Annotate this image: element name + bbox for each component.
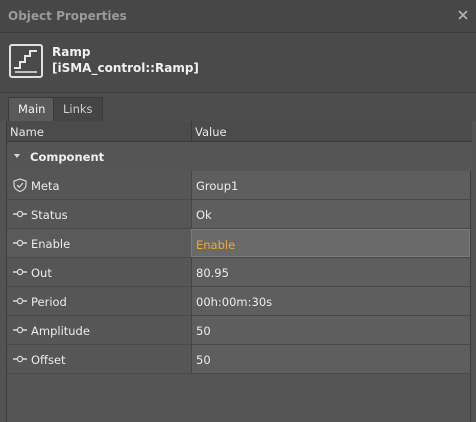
group-label: Component xyxy=(30,150,105,164)
column-value-header[interactable]: Value xyxy=(195,125,227,139)
property-name-cell: Meta xyxy=(7,171,191,199)
property-name: Amplitude xyxy=(31,324,90,338)
property-name-cell: Amplitude xyxy=(7,316,191,344)
property-name-cell: Period xyxy=(7,287,191,315)
ramp-icon xyxy=(9,44,43,78)
property-value: 00h:00m:30s xyxy=(196,295,273,309)
object-type: [iSMA_control::Ramp] xyxy=(52,61,199,75)
slot-icon xyxy=(13,239,27,247)
property-value: 50 xyxy=(196,353,211,367)
property-value-cell[interactable]: Enable xyxy=(191,229,470,257)
group-component[interactable]: Component xyxy=(7,142,472,171)
slot-icon xyxy=(13,210,27,218)
column-name-header[interactable]: Name xyxy=(10,125,44,139)
property-row-period[interactable]: Period 00h:00m:30s xyxy=(7,287,472,316)
close-icon[interactable] xyxy=(457,9,469,21)
property-value: 80.95 xyxy=(196,266,229,280)
column-header: Name Value xyxy=(7,121,472,142)
property-value-cell[interactable]: 50 xyxy=(191,345,470,373)
property-row-amplitude[interactable]: Amplitude 50 xyxy=(7,316,472,345)
column-separator[interactable] xyxy=(191,121,192,142)
panel-titlebar: Object Properties xyxy=(0,0,476,33)
property-name: Enable xyxy=(31,237,71,251)
property-value-cell[interactable]: 50 xyxy=(191,316,470,344)
property-value: Group1 xyxy=(196,179,239,193)
slot-icon xyxy=(13,268,27,276)
property-name: Period xyxy=(31,295,67,309)
slot-icon xyxy=(13,297,27,305)
shield-icon xyxy=(13,178,27,192)
property-value-enable[interactable]: Enable xyxy=(196,238,235,252)
property-row-enable[interactable]: Enable Enable xyxy=(7,229,472,258)
slot-icon xyxy=(13,355,27,363)
slot-icon xyxy=(13,326,27,334)
property-row-meta[interactable]: Meta Group1 xyxy=(7,171,472,200)
property-value-cell[interactable]: 00h:00m:30s xyxy=(191,287,470,315)
tab-links[interactable]: Links xyxy=(53,97,103,121)
property-row-out[interactable]: Out 80.95 xyxy=(7,258,472,287)
property-name-cell: Out xyxy=(7,258,191,286)
property-name: Status xyxy=(31,208,68,222)
tab-strip: Main Links xyxy=(0,93,476,121)
property-name-cell: Status xyxy=(7,200,191,228)
property-grid: Name Value Component Meta Group1 Status xyxy=(6,121,472,422)
tab-main[interactable]: Main xyxy=(8,97,56,121)
property-value-cell[interactable]: Ok xyxy=(191,200,470,228)
property-name-cell: Offset xyxy=(7,345,191,373)
property-name-cell: Enable xyxy=(7,229,191,257)
property-row-status[interactable]: Status Ok xyxy=(7,200,472,229)
collapse-arrow-icon[interactable] xyxy=(14,154,20,158)
panel-title: Object Properties xyxy=(8,9,127,23)
property-value: Ok xyxy=(196,208,212,222)
property-row-offset[interactable]: Offset 50 xyxy=(7,345,472,374)
property-name: Meta xyxy=(31,179,60,193)
property-value-cell[interactable]: 80.95 xyxy=(191,258,470,286)
property-value: 50 xyxy=(196,324,211,338)
property-name: Out xyxy=(31,266,52,280)
object-name: Ramp xyxy=(52,45,91,59)
object-header: Ramp [iSMA_control::Ramp] xyxy=(0,33,476,93)
property-name: Offset xyxy=(31,353,66,367)
property-value-cell[interactable]: Group1 xyxy=(191,171,470,199)
